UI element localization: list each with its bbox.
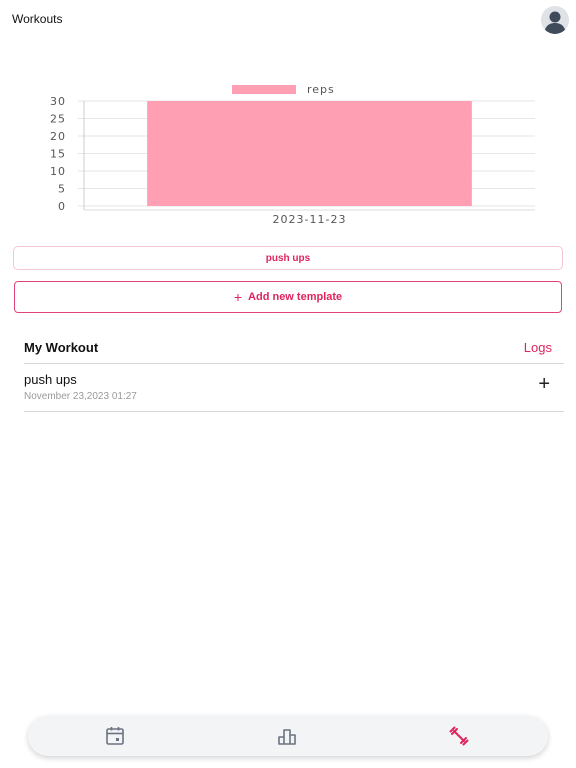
user-icon [541, 6, 569, 34]
workout-date: November 23,2023 01:27 [24, 391, 137, 402]
plus-icon: + [233, 289, 243, 305]
y-tick-label: 30 [50, 95, 66, 108]
app-root: Workouts 0 5 10 15 20 25 30 2023-11-23 reps push… [0, 0, 576, 768]
legend-label: reps [307, 83, 335, 96]
template-chip-label: push ups [265, 252, 311, 264]
y-tick-label: 0 [58, 200, 66, 213]
avatar[interactable] [541, 6, 569, 34]
y-tick-label: 10 [50, 165, 66, 178]
x-tick-label: 2023-11-23 [273, 213, 347, 226]
nav-stats[interactable] [275, 724, 299, 748]
legend-swatch [232, 85, 296, 94]
template-chip-push-ups[interactable]: push ups [13, 246, 563, 270]
top-bar: Workouts [0, 0, 576, 40]
bar [147, 101, 472, 206]
nav-workouts[interactable] [447, 724, 471, 748]
y-tick-label: 20 [50, 130, 66, 143]
calendar-icon [106, 727, 124, 745]
bottom-nav [28, 716, 548, 756]
y-tick-label: 5 [58, 183, 66, 196]
add-template-button[interactable]: + Add new template [14, 281, 562, 313]
dumbbell-icon [449, 726, 469, 746]
nav-calendar[interactable] [103, 724, 127, 748]
reps-chart: 0 5 10 15 20 25 30 2023-11-23 reps [0, 80, 576, 230]
my-workout-title: My Workout [24, 340, 99, 355]
y-tick-label: 15 [50, 148, 66, 161]
page-title: Workouts [12, 12, 63, 26]
add-log-icon[interactable]: + [538, 374, 550, 394]
list-item[interactable]: push ups November 23,2023 01:27 + [24, 364, 564, 412]
y-tick-label: 25 [50, 113, 66, 126]
add-template-label: Add new template [248, 291, 343, 303]
logs-link[interactable]: Logs [524, 340, 552, 355]
bar-chart-icon [278, 729, 296, 745]
workout-name: push ups [24, 372, 77, 387]
row-divider [24, 411, 564, 412]
chart-svg: 0 5 10 15 20 25 30 2023-11-23 reps [50, 83, 535, 226]
